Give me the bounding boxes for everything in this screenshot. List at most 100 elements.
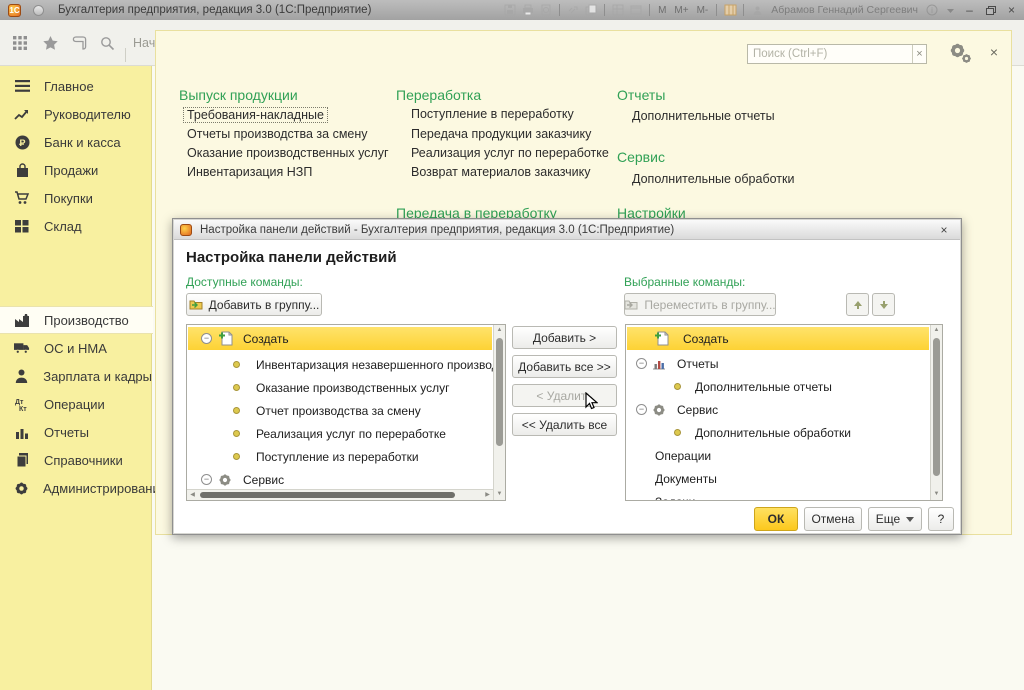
help-button[interactable]: ? xyxy=(928,507,954,531)
tree-item[interactable]: Отчет производства за смену xyxy=(188,399,492,422)
search-icon[interactable] xyxy=(97,33,117,53)
sidebar-item-operations[interactable]: Дт Кт Операции xyxy=(0,390,152,418)
dialog-title: Настройка панели действий - Бухгалтерия … xyxy=(200,223,675,236)
memory-button-m-plus[interactable]: M+ xyxy=(672,5,690,16)
apps-grid-icon[interactable] xyxy=(10,33,30,53)
copy-icon[interactable] xyxy=(584,4,598,17)
command-link[interactable]: Требования-накладные xyxy=(183,107,328,123)
link-icon[interactable] xyxy=(566,4,580,17)
tree-item[interactable]: Инвентаризация незавершенного производст… xyxy=(188,353,505,376)
history-icon[interactable] xyxy=(69,33,89,53)
scroll-right-icon[interactable]: ▶ xyxy=(482,490,493,500)
scroll-down-icon[interactable]: ▼ xyxy=(931,489,942,500)
memory-button-m-minus[interactable]: M- xyxy=(695,5,711,16)
memory-button-m[interactable]: M xyxy=(656,5,668,16)
sidebar-item-administration[interactable]: Администрирование xyxy=(0,474,167,502)
ok-button[interactable]: ОК xyxy=(754,507,798,531)
more-button[interactable]: Еще xyxy=(868,507,922,531)
vertical-scrollbar[interactable]: ▲ ▼ xyxy=(930,325,942,500)
command-link[interactable]: Реализация услуг по переработке xyxy=(411,146,609,160)
tree-group-service[interactable]: − Сервис xyxy=(188,468,492,491)
tab-home[interactable]: Нач xyxy=(133,36,155,50)
tree-group-reports[interactable]: − Отчеты xyxy=(627,352,929,375)
sidebar-item-bank[interactable]: Р Банк и касса xyxy=(0,128,152,156)
tree-item-plain[interactable]: Операции xyxy=(627,444,929,467)
restore-button[interactable] xyxy=(982,3,999,18)
sidebar-item-manager[interactable]: Руководителю xyxy=(0,100,152,128)
table-icon[interactable] xyxy=(611,4,625,17)
scroll-up-icon[interactable]: ▲ xyxy=(494,325,505,336)
command-link[interactable]: Оказание производственных услуг xyxy=(187,146,389,160)
search-input[interactable] xyxy=(748,45,912,63)
tree-item[interactable]: Поступление из переработки xyxy=(188,445,492,468)
tree-item[interactable]: Реализация услуг по переработке xyxy=(188,422,492,445)
sidebar-item-warehouse[interactable]: Склад xyxy=(0,212,152,240)
collapse-icon[interactable]: − xyxy=(636,358,647,369)
close-button[interactable]: × xyxy=(1003,3,1020,18)
print-icon[interactable] xyxy=(521,4,535,17)
sidebar-item-directories[interactable]: Справочники xyxy=(0,446,152,474)
scroll-left-icon[interactable]: ◀ xyxy=(187,490,198,500)
tree-group-create[interactable]: Создать xyxy=(627,327,929,350)
command-link[interactable]: Поступление в переработку xyxy=(411,107,574,121)
collapse-icon[interactable]: − xyxy=(201,333,212,344)
new-document-icon xyxy=(653,331,669,347)
command-link[interactable]: Передача продукции заказчику xyxy=(411,127,591,141)
save-icon[interactable] xyxy=(503,4,517,17)
current-user-name[interactable]: Абрамов Геннадий Сергеевич xyxy=(771,4,918,16)
minimize-button[interactable]: – xyxy=(961,3,978,18)
command-link[interactable]: Возврат материалов заказчику xyxy=(411,165,590,179)
sidebar-item-production[interactable]: Производство xyxy=(0,306,153,334)
scroll-down-icon[interactable]: ▼ xyxy=(494,489,505,500)
print-preview-icon[interactable] xyxy=(539,4,553,17)
remove-all-button[interactable]: << Удалить все xyxy=(512,413,617,436)
arrow-up-icon xyxy=(853,300,862,309)
main-menu-button[interactable] xyxy=(33,4,44,16)
command-link[interactable]: Дополнительные отчеты xyxy=(632,109,775,123)
menu-lines-icon xyxy=(14,78,30,94)
command-link[interactable]: Инвентаризация НЗП xyxy=(187,165,312,179)
collapse-icon[interactable]: − xyxy=(636,404,647,415)
action-panel-settings-dialog: Настройка панели действий - Бухгалтерия … xyxy=(172,218,962,535)
svg-text:Р: Р xyxy=(19,138,25,148)
move-to-group-button[interactable]: Переместить в группу... xyxy=(624,293,776,316)
tree-item[interactable]: Дополнительные обработки xyxy=(627,421,929,444)
cancel-button[interactable]: Отмена xyxy=(804,507,862,531)
remove-button[interactable]: < Удалить xyxy=(512,384,617,407)
window-icon[interactable] xyxy=(629,4,643,17)
columns-icon[interactable] xyxy=(723,4,737,17)
info-icon[interactable]: i xyxy=(925,4,939,17)
settings-gears-icon[interactable] xyxy=(949,43,973,65)
panel-close-icon[interactable]: × xyxy=(986,44,1002,60)
tree-item-plain[interactable]: Документы xyxy=(627,467,929,490)
search-clear-icon[interactable]: × xyxy=(912,45,926,63)
sidebar-item-salary[interactable]: Зарплата и кадры xyxy=(0,362,152,390)
chevron-down-icon[interactable] xyxy=(943,4,957,17)
sidebar-item-sales[interactable]: Продажи xyxy=(0,156,152,184)
collapse-icon[interactable]: − xyxy=(201,474,212,485)
dialog-close-icon[interactable]: × xyxy=(936,223,952,238)
vertical-scrollbar[interactable]: ▲ ▼ xyxy=(493,325,505,500)
tree-group-create[interactable]: − Создать xyxy=(188,327,492,350)
sidebar-item-main[interactable]: Главное xyxy=(0,72,152,100)
tree-item[interactable]: Оказание производственных услуг xyxy=(188,376,492,399)
new-document-icon xyxy=(217,331,233,347)
add-button[interactable]: Добавить > xyxy=(512,326,617,349)
command-link[interactable]: Дополнительные обработки xyxy=(632,172,794,186)
command-link[interactable]: Отчеты производства за смену xyxy=(187,127,368,141)
tree-item-plain[interactable]: Задачи xyxy=(627,490,929,501)
horizontal-scrollbar[interactable]: ◀ ▶ xyxy=(187,489,493,500)
sidebar-item-reports[interactable]: Отчеты xyxy=(0,418,152,446)
sidebar-item-purchases[interactable]: Покупки xyxy=(0,184,152,212)
add-to-group-button[interactable]: Добавить в группу... xyxy=(186,293,322,316)
trend-chart-icon xyxy=(14,106,30,122)
move-up-button[interactable] xyxy=(846,293,869,316)
sidebar-item-fixed-assets[interactable]: ОС и НМА xyxy=(0,334,152,362)
move-down-button[interactable] xyxy=(872,293,895,316)
tree-group-service[interactable]: − Сервис xyxy=(627,398,929,421)
available-commands-list: − Создать Инвентаризация незавершенного … xyxy=(186,324,506,501)
star-icon[interactable] xyxy=(40,33,60,53)
add-all-button[interactable]: Добавить все >> xyxy=(512,355,617,378)
tree-item[interactable]: Дополнительные отчеты xyxy=(627,375,929,398)
scroll-up-icon[interactable]: ▲ xyxy=(931,325,942,336)
